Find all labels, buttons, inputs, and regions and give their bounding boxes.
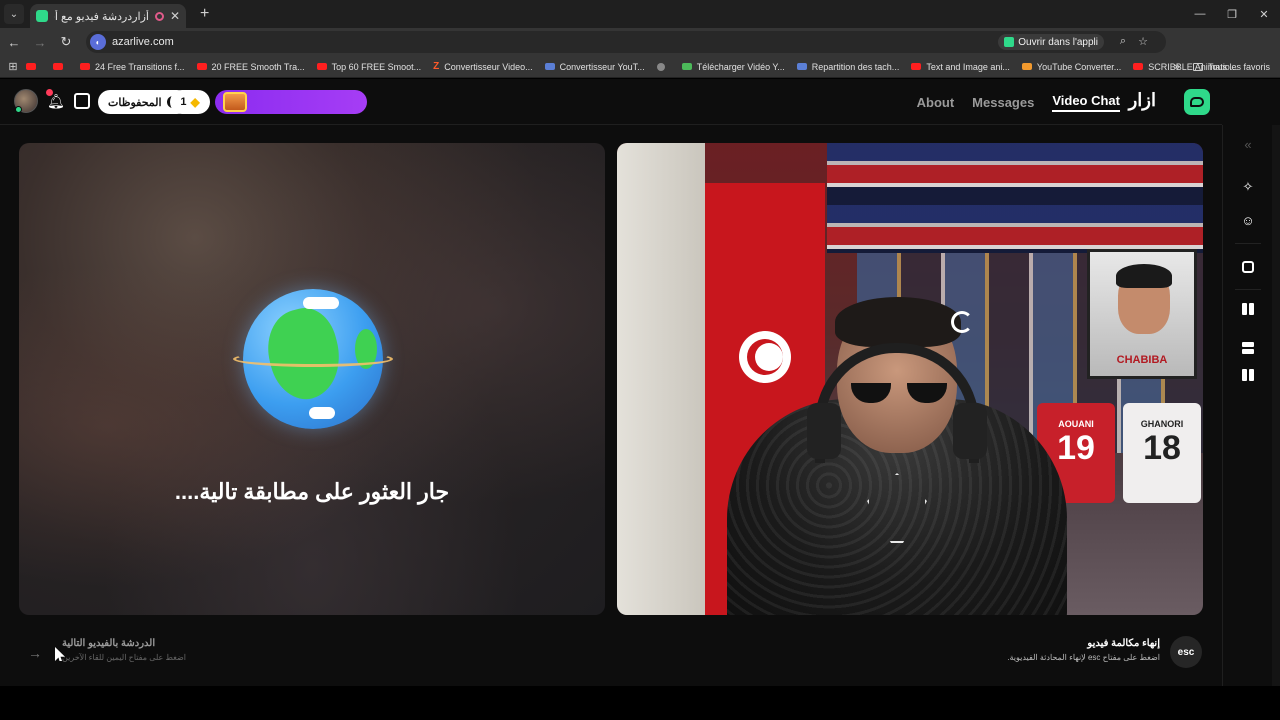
matching-status-text: جار العثور على مطابقة تالية....	[174, 479, 450, 504]
open-in-app-label: Ouvrir dans l'appli	[1018, 36, 1098, 48]
gem-icon: ◆	[190, 95, 200, 109]
converter-icon	[544, 63, 555, 70]
reload-icon[interactable]: ↻	[54, 34, 78, 50]
layout-side-by-side-icon[interactable]	[1240, 303, 1256, 319]
treasure-chest-icon	[223, 92, 247, 112]
page-scrollbar[interactable]	[1272, 125, 1280, 720]
bookmark-item[interactable]: Convertisseur YouT...	[544, 62, 645, 72]
youtube-icon	[1133, 63, 1144, 70]
bookmark-item[interactable]	[53, 63, 68, 70]
close-tab-icon[interactable]: ✕	[170, 9, 180, 23]
address-bar: ← → ↻ ◐ azarlive.com Ouvrir dans l'appli…	[0, 28, 1280, 77]
next-chat-hint: اضغط على مفتاح اليمين للقاء الآخرين	[62, 653, 187, 662]
new-tab-button[interactable]: +	[200, 5, 209, 23]
online-status-dot	[15, 106, 22, 113]
end-call-title[interactable]: إنهاء مكالمة فيديو	[1087, 638, 1160, 649]
bookmark-item[interactable]: Z Convertisseur Video...	[433, 61, 533, 72]
globe-icon	[656, 62, 665, 71]
star-icon	[1021, 63, 1032, 70]
self-video-panel: CHABIBA AOUANI 19 GHANORI 18	[617, 143, 1203, 615]
window-controls: — ❐ ✕	[1184, 0, 1280, 28]
minimize-icon[interactable]: —	[1184, 8, 1216, 20]
layout-grid-icon[interactable]	[1240, 369, 1256, 385]
swap-camera-icon[interactable]	[1240, 261, 1256, 277]
tools-rail: « ✧ ☺	[1222, 125, 1272, 720]
bookmark-item[interactable]: 20 FREE Smooth Tra...	[196, 62, 305, 72]
brand-name[interactable]: ازار	[1129, 90, 1156, 111]
bookmark-item[interactable]: Repartition des tach...	[796, 62, 899, 72]
restore-icon[interactable]: ❐	[1216, 8, 1248, 21]
azar-app-icon	[1004, 37, 1015, 47]
more-bookmarks-icon[interactable]: »	[1174, 61, 1180, 73]
next-arrow-icon[interactable]: →	[28, 645, 42, 661]
magic-wand-icon[interactable]: ✧	[1240, 179, 1256, 195]
collapse-chevron-icon[interactable]: «	[1240, 137, 1256, 153]
youtube-icon	[53, 63, 63, 70]
promo-banner[interactable]	[215, 90, 367, 114]
gems-button[interactable]: 1 ◆	[170, 90, 210, 114]
nav-video-chat[interactable]: Video Chat	[1052, 93, 1120, 112]
bell-icon[interactable]: 🔔︎	[47, 93, 65, 110]
doc-icon	[796, 63, 807, 70]
site-info-icon[interactable]: ◐	[90, 34, 106, 50]
youtube-icon	[196, 63, 207, 70]
tab-search-button[interactable]: ⌄	[4, 4, 24, 24]
bookmark-item[interactable]: Text and Image ani...	[911, 62, 1010, 72]
bookmark-item[interactable]: Top 60 FREE Smoot...	[316, 62, 421, 72]
next-chat-title[interactable]: الدردشة بالفيديو التالية	[62, 638, 155, 649]
end-call-hint: اضغط على مفتاح esc لإنهاء المحادثة الفيد…	[1007, 653, 1160, 662]
close-window-icon[interactable]: ✕	[1248, 8, 1280, 21]
esc-button[interactable]: esc	[1170, 636, 1202, 668]
bookmark-item[interactable]	[26, 63, 41, 70]
tab-title: أزاردردشة فيديو مع أشخاص	[54, 10, 149, 23]
forward-icon[interactable]: →	[28, 35, 52, 50]
active-tab[interactable]: أزاردردشة فيديو مع أشخاص ✕	[30, 4, 186, 28]
back-icon[interactable]: ←	[2, 35, 26, 50]
self-person	[727, 297, 1067, 615]
portrait-poster: CHABIBA	[1087, 249, 1197, 379]
loading-spinner-icon	[951, 311, 973, 333]
omnibox[interactable]: ◐ azarlive.com Ouvrir dans l'appli ⌕ ☆	[86, 31, 1166, 53]
scarves-wall	[827, 143, 1203, 253]
youtube-icon	[80, 63, 90, 70]
gems-count: 1	[180, 96, 187, 108]
azar-logo-icon[interactable]	[1184, 89, 1210, 115]
layout-stacked-icon[interactable]	[1240, 335, 1256, 354]
url-text[interactable]: azarlive.com	[112, 36, 174, 48]
poster-label: CHABIBA	[1116, 354, 1168, 366]
azar-favicon-icon	[36, 10, 48, 22]
bookmark-star-icon[interactable]: ☆	[1138, 35, 1148, 48]
bottom-bar	[0, 686, 1280, 720]
zoom-icon[interactable]: ⌕	[1120, 35, 1126, 48]
background-door	[617, 143, 705, 615]
youtube-icon	[26, 63, 36, 70]
bookmark-item[interactable]	[656, 62, 670, 71]
azar-page: 🔔︎ المحفوظات 1 ◆ About Messages Video Ch…	[0, 79, 1280, 720]
download-icon	[681, 63, 692, 70]
youtube-icon	[911, 63, 922, 70]
bookmark-item[interactable]: Télécharger Vidéo Y...	[681, 62, 785, 72]
saved-label: المحفوظات	[108, 96, 162, 109]
open-in-app-button[interactable]: Ouvrir dans l'appli	[998, 34, 1104, 50]
nav-about[interactable]: About	[917, 95, 955, 110]
youtube-icon	[316, 63, 327, 70]
jersey-white: GHANORI 18	[1123, 403, 1201, 503]
z-icon: Z	[433, 61, 440, 72]
site-header: 🔔︎ المحفوظات 1 ◆ About Messages Video Ch…	[0, 79, 1222, 125]
nav-messages[interactable]: Messages	[972, 95, 1034, 110]
folder-icon	[1192, 62, 1203, 71]
bookmarks-bar: ⊞ 24 Free Transitions f... 20 FREE Smoot…	[0, 56, 1280, 78]
partner-video-panel: جار العثور على مطابقة تالية....	[19, 143, 605, 615]
store-icon[interactable]	[74, 93, 90, 109]
bookmark-item[interactable]: YouTube Converter...	[1021, 62, 1121, 72]
apps-grid-icon[interactable]: ⊞	[0, 60, 26, 73]
globe-icon	[233, 289, 393, 429]
main-nav: About Messages Video Chat	[899, 93, 1120, 112]
bookmark-item[interactable]: 24 Free Transitions f...	[80, 62, 185, 72]
all-bookmarks-button[interactable]: Tous les favoris	[1192, 62, 1270, 72]
recording-icon	[154, 11, 164, 21]
sticker-icon[interactable]: ☺	[1240, 213, 1256, 229]
tab-strip: ⌄ أزاردردشة فيديو مع أشخاص ✕ + — ❐ ✕	[0, 0, 1280, 28]
